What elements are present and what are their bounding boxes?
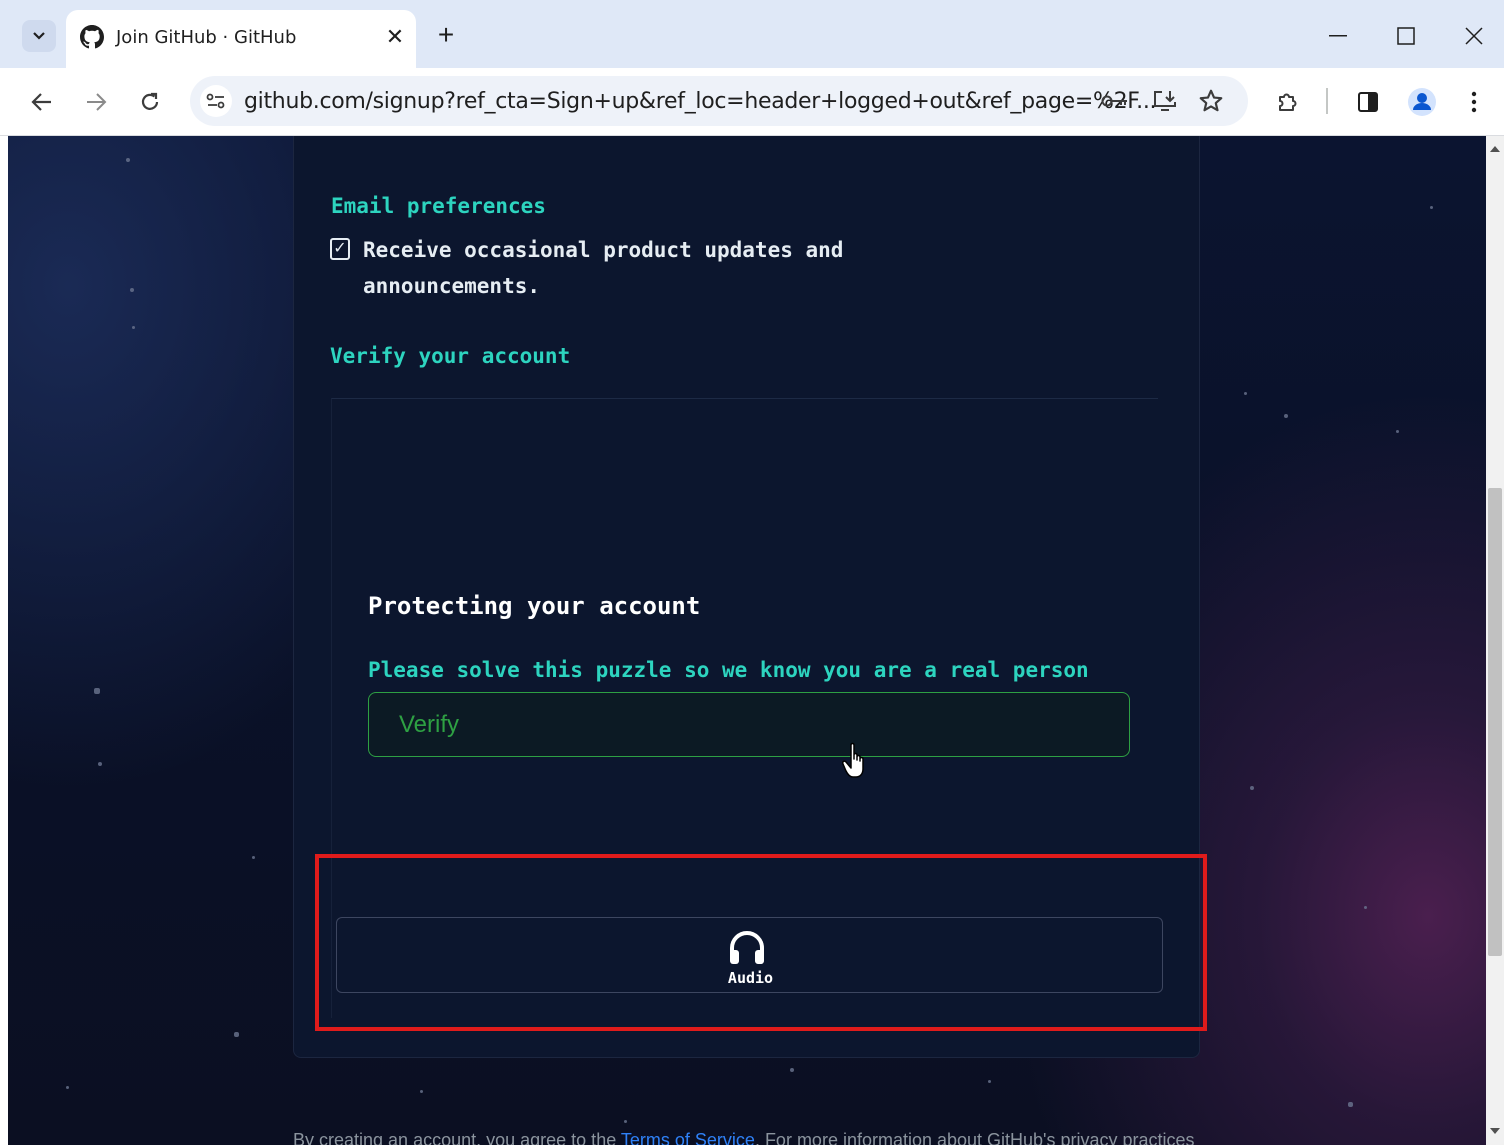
- star: [234, 1032, 239, 1037]
- new-tab-icon[interactable]: +: [432, 21, 460, 50]
- back-icon[interactable]: [22, 82, 62, 122]
- captcha-instruction: Please solve this puzzle so we know you …: [368, 658, 1089, 682]
- star: [98, 762, 102, 766]
- tab-close-icon[interactable]: ✕: [382, 24, 408, 50]
- star: [126, 158, 130, 162]
- close-window-icon[interactable]: [1454, 18, 1494, 54]
- tab-search-button[interactable]: [22, 20, 56, 52]
- star: [94, 688, 100, 694]
- site-settings-icon[interactable]: [200, 85, 232, 117]
- url-text: github.com/signup?ref_cta=Sign+up&ref_lo…: [244, 89, 1157, 114]
- scroll-up-icon[interactable]: [1490, 146, 1500, 152]
- star: [1244, 392, 1247, 395]
- tab-active[interactable]: Join GitHub · GitHub ✕: [66, 10, 416, 68]
- footer-text-after: . For more information about GitHub's pr…: [754, 1130, 1195, 1145]
- star: [1250, 786, 1254, 790]
- tab-title: Join GitHub · GitHub: [116, 27, 297, 48]
- star: [252, 856, 255, 859]
- window-edge: [0, 136, 8, 1145]
- scrollbar-thumb[interactable]: [1488, 488, 1502, 956]
- browser-toolbar: github.com/signup?ref_cta=Sign+up&ref_lo…: [0, 68, 1504, 136]
- star: [1430, 206, 1433, 209]
- hand-pointer-cursor-icon: [842, 742, 864, 778]
- bookmark-star-icon[interactable]: [1196, 86, 1226, 116]
- install-app-icon[interactable]: [1150, 86, 1180, 116]
- star: [1364, 906, 1367, 909]
- email-preferences-text: Receive occasional product updates and a…: [363, 238, 844, 298]
- forward-icon[interactable]: [76, 82, 116, 122]
- verify-button[interactable]: Verify: [368, 692, 1130, 757]
- side-panel-icon[interactable]: [1352, 86, 1384, 118]
- star: [132, 326, 135, 329]
- more-menu-icon[interactable]: [1458, 86, 1490, 118]
- address-bar[interactable]: github.com/signup?ref_cta=Sign+up&ref_lo…: [190, 76, 1248, 126]
- verify-button-label: Verify: [399, 711, 460, 738]
- star: [624, 1120, 627, 1123]
- star: [1348, 1102, 1353, 1107]
- chevron-down-icon: [33, 32, 45, 40]
- reload-icon[interactable]: [130, 82, 170, 122]
- github-logo-icon: [80, 25, 104, 49]
- profile-avatar-icon[interactable]: [1406, 86, 1438, 118]
- verify-account-label: Verify your account: [330, 344, 571, 368]
- star: [66, 1086, 69, 1089]
- page-viewport: Email preferences ✓ Receive occasional p…: [8, 136, 1486, 1145]
- email-preferences-checkbox[interactable]: ✓: [330, 238, 350, 260]
- star: [988, 1080, 991, 1083]
- toolbar-separator: [1326, 88, 1328, 114]
- tab-bar: Join GitHub · GitHub ✕ +: [0, 0, 1504, 68]
- star: [420, 1090, 423, 1093]
- minimize-icon[interactable]: [1318, 18, 1358, 54]
- key-icon[interactable]: [1100, 86, 1130, 116]
- annotation-highlight-box: [315, 854, 1207, 1031]
- footer-text-before: By creating an account, you agree to the: [293, 1130, 621, 1145]
- maximize-icon[interactable]: [1386, 18, 1426, 54]
- extensions-icon[interactable]: [1272, 86, 1304, 118]
- page-scrollbar[interactable]: [1486, 136, 1504, 1145]
- terms-of-service-link[interactable]: Terms of Service: [621, 1130, 755, 1145]
- star: [1396, 430, 1399, 433]
- terms-footer: By creating an account, you agree to the…: [293, 1130, 1195, 1145]
- star: [790, 1068, 794, 1072]
- scroll-down-icon[interactable]: [1490, 1128, 1500, 1134]
- email-preferences-label: Email preferences: [331, 194, 546, 218]
- captcha-title: Protecting your account: [368, 592, 701, 620]
- star: [1284, 414, 1288, 418]
- star: [130, 288, 134, 292]
